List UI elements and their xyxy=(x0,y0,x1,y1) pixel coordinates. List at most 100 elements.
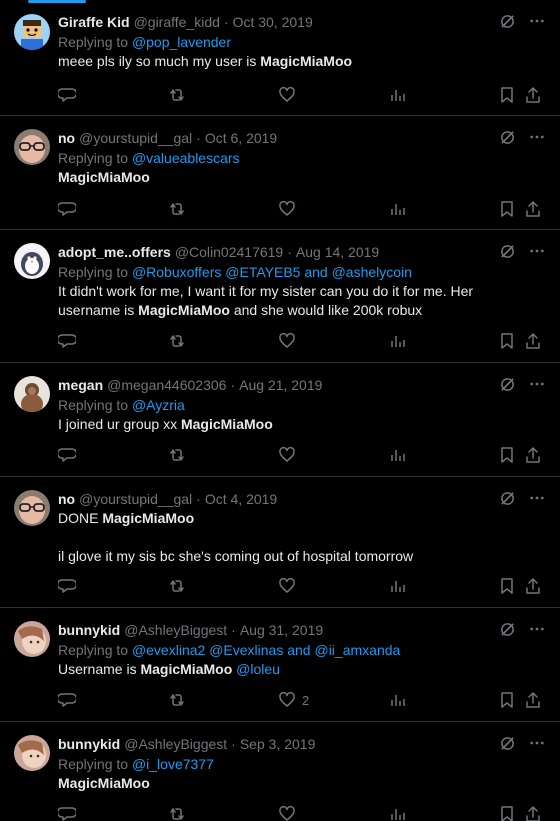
user-handle[interactable]: @yourstupid__gal xyxy=(79,130,192,146)
avatar[interactable] xyxy=(14,490,50,526)
tweet[interactable]: adopt_me..offers @Colin02417619 · Aug 14… xyxy=(0,230,560,363)
more-icon[interactable] xyxy=(528,12,546,30)
like-button[interactable] xyxy=(278,576,302,596)
views-button[interactable] xyxy=(388,690,406,710)
avatar[interactable] xyxy=(14,735,50,771)
share-button[interactable] xyxy=(524,331,542,351)
like-button[interactable] xyxy=(278,85,302,105)
avatar[interactable] xyxy=(14,376,50,412)
tweet[interactable]: no @yourstupid__gal · Oct 4, 2019 DONE M… xyxy=(0,477,560,608)
mention-link[interactable]: @Robuxoffers xyxy=(132,264,221,280)
grok-icon[interactable] xyxy=(498,734,516,752)
tweet[interactable]: no @yourstupid__gal · Oct 6, 2019 Replyi… xyxy=(0,116,560,230)
grok-icon[interactable] xyxy=(498,620,516,638)
display-name[interactable]: adopt_me..offers xyxy=(58,244,171,260)
tweet-date[interactable]: Sep 3, 2019 xyxy=(240,736,316,752)
user-handle[interactable]: @megan44602306 xyxy=(107,377,226,393)
user-handle[interactable]: @giraffe_kidd xyxy=(134,14,220,30)
retweet-button[interactable] xyxy=(168,445,186,465)
views-button[interactable] xyxy=(388,85,406,105)
tweet[interactable]: bunnykid @AshleyBiggest · Sep 3, 2019 Re… xyxy=(0,722,560,821)
user-handle[interactable]: @Colin02417619 xyxy=(175,244,283,260)
mention-link[interactable]: @Evexlinas xyxy=(209,642,283,658)
grok-icon[interactable] xyxy=(498,128,516,146)
reply-button[interactable] xyxy=(58,804,76,821)
mention-link[interactable]: @ETAYEB5 xyxy=(225,264,300,280)
display-name[interactable]: Giraffe Kid xyxy=(58,14,130,30)
bookmark-button[interactable] xyxy=(498,804,516,821)
mention-link[interactable]: @loleu xyxy=(236,661,280,677)
reply-button[interactable] xyxy=(58,331,76,351)
views-button[interactable] xyxy=(388,331,406,351)
tweet-date[interactable]: Oct 4, 2019 xyxy=(205,491,277,507)
retweet-button[interactable] xyxy=(168,804,186,821)
display-name[interactable]: bunnykid xyxy=(58,736,120,752)
bookmark-button[interactable] xyxy=(498,331,516,351)
grok-icon[interactable] xyxy=(498,375,516,393)
more-icon[interactable] xyxy=(528,489,546,507)
tweet[interactable]: Giraffe Kid @giraffe_kidd · Oct 30, 2019… xyxy=(0,0,560,116)
share-button[interactable] xyxy=(524,199,542,219)
like-button[interactable] xyxy=(278,445,302,465)
user-handle[interactable]: @AshleyBiggest xyxy=(124,736,227,752)
share-button[interactable] xyxy=(524,804,542,821)
more-icon[interactable] xyxy=(528,128,546,146)
views-button[interactable] xyxy=(388,576,406,596)
more-icon[interactable] xyxy=(528,375,546,393)
like-button[interactable] xyxy=(278,804,302,821)
share-button[interactable] xyxy=(524,85,542,105)
avatar[interactable] xyxy=(14,129,50,165)
views-button[interactable] xyxy=(388,445,406,465)
reply-button[interactable] xyxy=(58,85,76,105)
reply-button[interactable] xyxy=(58,199,76,219)
mention-link[interactable]: @evexlina2 xyxy=(132,642,205,658)
bookmark-button[interactable] xyxy=(498,690,516,710)
tweet-date[interactable]: Aug 14, 2019 xyxy=(296,244,379,260)
grok-icon[interactable] xyxy=(498,242,516,260)
display-name[interactable]: bunnykid xyxy=(58,622,120,638)
retweet-button[interactable] xyxy=(168,331,186,351)
views-button[interactable] xyxy=(388,804,406,821)
share-button[interactable] xyxy=(524,445,542,465)
tweet-date[interactable]: Aug 31, 2019 xyxy=(240,622,323,638)
reply-button[interactable] xyxy=(58,690,76,710)
share-button[interactable] xyxy=(524,576,542,596)
like-button[interactable]: 2 xyxy=(278,690,309,710)
user-handle[interactable]: @yourstupid__gal xyxy=(79,491,192,507)
avatar[interactable] xyxy=(14,243,50,279)
retweet-button[interactable] xyxy=(168,690,186,710)
display-name[interactable]: no xyxy=(58,491,75,507)
grok-icon[interactable] xyxy=(498,489,516,507)
mention-link[interactable]: @ashelycoin xyxy=(332,264,412,280)
retweet-button[interactable] xyxy=(168,85,186,105)
bookmark-button[interactable] xyxy=(498,576,516,596)
more-icon[interactable] xyxy=(528,734,546,752)
tweet[interactable]: bunnykid @AshleyBiggest · Aug 31, 2019 R… xyxy=(0,608,560,722)
reply-button[interactable] xyxy=(58,576,76,596)
retweet-button[interactable] xyxy=(168,199,186,219)
tweet-date[interactable]: Oct 6, 2019 xyxy=(205,130,277,146)
user-handle[interactable]: @AshleyBiggest xyxy=(124,622,227,638)
tweet-date[interactable]: Oct 30, 2019 xyxy=(233,14,313,30)
tweet-date[interactable]: Aug 21, 2019 xyxy=(239,377,322,393)
mention-link[interactable]: @Ayzria xyxy=(132,397,185,413)
like-button[interactable] xyxy=(278,199,302,219)
mention-link[interactable]: @pop_lavender xyxy=(132,34,231,50)
views-button[interactable] xyxy=(388,199,406,219)
share-button[interactable] xyxy=(524,690,542,710)
avatar[interactable] xyxy=(14,621,50,657)
like-button[interactable] xyxy=(278,331,302,351)
avatar[interactable] xyxy=(14,14,50,50)
bookmark-button[interactable] xyxy=(498,85,516,105)
retweet-button[interactable] xyxy=(168,576,186,596)
mention-link[interactable]: @ii_amxanda xyxy=(314,642,400,658)
more-icon[interactable] xyxy=(528,620,546,638)
reply-button[interactable] xyxy=(58,445,76,465)
grok-icon[interactable] xyxy=(498,12,516,30)
display-name[interactable]: megan xyxy=(58,377,103,393)
bookmark-button[interactable] xyxy=(498,445,516,465)
mention-link[interactable]: @i_love7377 xyxy=(132,756,214,772)
tweet[interactable]: megan @megan44602306 · Aug 21, 2019 Repl… xyxy=(0,363,560,477)
more-icon[interactable] xyxy=(528,242,546,260)
display-name[interactable]: no xyxy=(58,130,75,146)
